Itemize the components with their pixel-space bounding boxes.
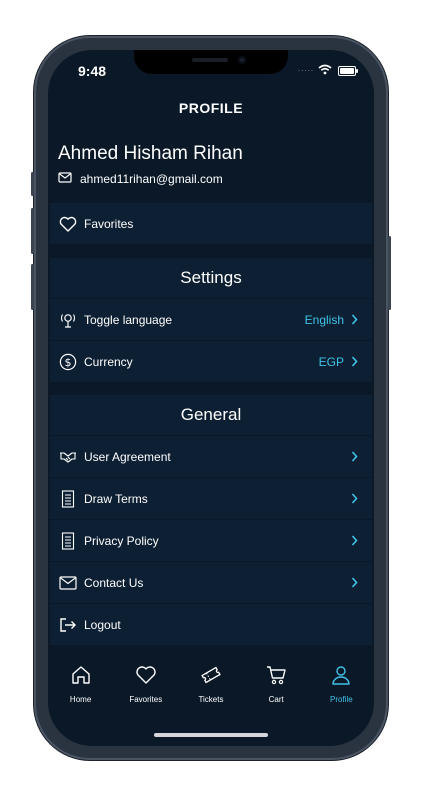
settings-title: Settings <box>180 268 242 287</box>
heart-icon <box>58 214 78 234</box>
status-time: 9:48 <box>78 63 107 79</box>
favorites-label: Favorites <box>84 216 134 231</box>
notch <box>134 50 288 74</box>
tab-cart-label: Cart <box>268 695 284 704</box>
chevron-right-icon <box>348 356 360 367</box>
page-title: PROFILE <box>178 100 244 116</box>
user-agreement-label: User Agreement <box>84 449 171 464</box>
currency-row[interactable]: $ Currency EGP <box>50 341 372 383</box>
battery-icon <box>338 66 358 76</box>
heart-icon <box>135 664 157 691</box>
user-agreement-row[interactable]: User Agreement <box>50 436 372 478</box>
draw-terms-row[interactable]: Draw Terms <box>50 478 372 520</box>
chevron-right-icon <box>348 493 360 504</box>
camera <box>238 56 246 64</box>
handshake-icon <box>58 447 78 467</box>
wifi-icon <box>318 62 332 80</box>
language-icon <box>58 310 78 330</box>
speaker <box>192 58 228 62</box>
contact-us-label: Contact Us <box>84 575 144 590</box>
toggle-language-row[interactable]: Toggle language English <box>50 299 372 341</box>
user-name: Ahmed Hisham Rihan <box>58 143 243 164</box>
document-icon <box>58 531 78 551</box>
document-icon <box>58 489 78 509</box>
currency-label: Currency <box>84 354 133 369</box>
chevron-right-icon <box>348 314 360 325</box>
logout-row[interactable]: Logout <box>50 604 372 646</box>
chevron-right-icon <box>348 577 360 588</box>
currency-value: EGP <box>318 354 344 369</box>
logout-label: Logout <box>84 617 121 632</box>
home-indicator <box>154 733 268 737</box>
tab-cart[interactable]: Cart <box>246 664 306 724</box>
tab-tickets-label: Tickets <box>198 695 224 704</box>
settings-header: Settings <box>50 258 372 299</box>
privacy-policy-row[interactable]: Privacy Policy <box>50 520 372 562</box>
tab-profile[interactable]: Profile <box>311 664 371 724</box>
tab-profile-label: Profile <box>330 695 353 704</box>
privacy-policy-label: Privacy Policy <box>84 533 159 548</box>
person-icon <box>330 664 352 691</box>
signal-dots: ..... <box>298 64 315 73</box>
tab-favorites[interactable]: Favorites <box>116 664 176 724</box>
side-button <box>31 208 34 254</box>
side-button <box>31 264 34 310</box>
contact-us-row[interactable]: Contact Us <box>50 562 372 604</box>
favorites-row[interactable]: Favorites <box>50 203 372 245</box>
svg-text:$: $ <box>65 356 72 369</box>
tab-favorites-label: Favorites <box>129 695 163 704</box>
tab-bar: Home Favorites Tickets Cart Profile <box>48 664 374 724</box>
home-icon <box>70 664 92 691</box>
toggle-language-label: Toggle language <box>84 312 173 327</box>
side-button <box>31 172 34 196</box>
user-email: ahmed11rihan@gmail.com <box>58 172 223 186</box>
mail-icon <box>58 172 72 186</box>
email-text: ahmed11rihan@gmail.com <box>80 172 223 186</box>
ticket-icon <box>200 664 222 691</box>
cart-icon <box>265 664 287 691</box>
chevron-right-icon <box>348 535 360 546</box>
logout-icon <box>58 615 78 635</box>
app-screen: 9:48 ..... PROFILE Ahmed Hisham Rihan ah… <box>48 50 374 746</box>
mail-icon <box>58 573 78 593</box>
general-header: General <box>50 395 372 436</box>
draw-terms-label: Draw Terms <box>84 491 148 506</box>
language-value: English <box>304 312 344 327</box>
general-title: General <box>180 405 242 424</box>
tab-tickets[interactable]: Tickets <box>181 664 241 724</box>
tab-home-label: Home <box>69 695 92 704</box>
chevron-right-icon <box>348 451 360 462</box>
tab-home[interactable]: Home <box>51 664 111 724</box>
side-button <box>388 236 391 310</box>
dollar-icon: $ <box>58 352 78 372</box>
